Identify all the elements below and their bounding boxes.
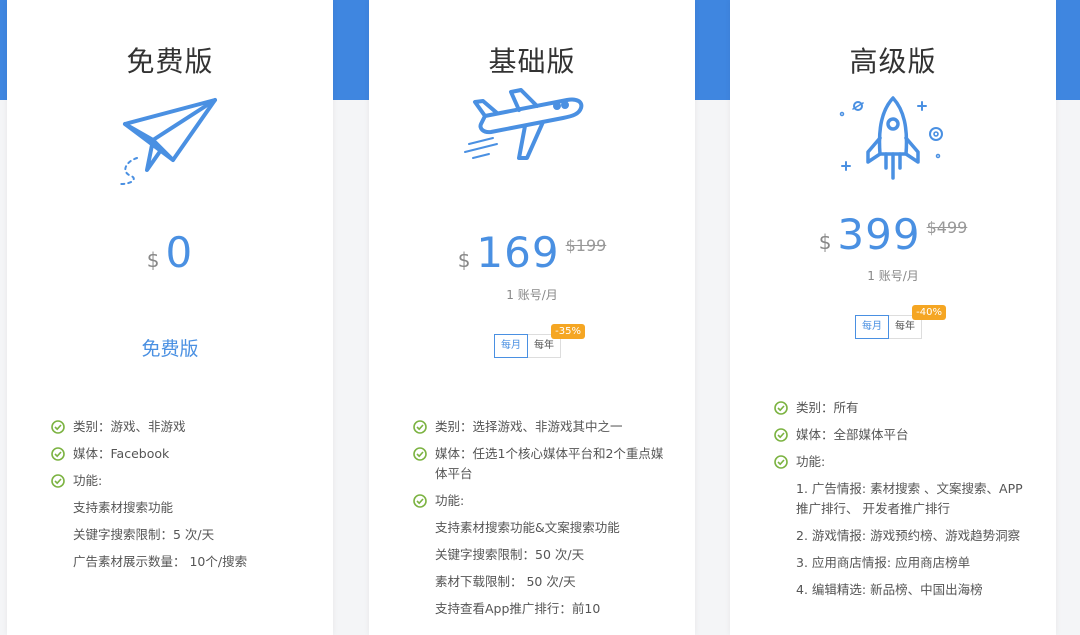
feature-item: 类别：游戏、非游戏	[51, 417, 311, 437]
price-row: $0	[7, 228, 333, 277]
price-row: $399 $499	[730, 210, 1056, 259]
toggle-monthly[interactable]: 每月	[494, 334, 528, 358]
billing-period: 1 账号/月	[506, 288, 558, 302]
feature-item: 功能:	[413, 491, 673, 511]
discount-badge: -40%	[912, 305, 946, 320]
plan-card-pro: 高级版 $399 $499 1 账号/月 每月 每年 -40% 类别：所有 媒体…	[730, 0, 1056, 635]
sub-feature-item: 广告素材展示数量： 10个/搜索	[73, 554, 248, 569]
rocket-icon	[838, 94, 950, 190]
check-circle-icon	[51, 447, 65, 461]
plan-card-free: 免费版 $0 免费版 类别：游戏、非游戏 媒体：Facebook 功能: 支持素…	[7, 0, 333, 635]
check-circle-icon	[413, 420, 427, 434]
check-circle-icon	[413, 494, 427, 508]
paper-plane-icon	[111, 96, 221, 192]
feature-list: 类别：游戏、非游戏 媒体：Facebook 功能: 支持素材搜索功能 关键字搜索…	[51, 417, 311, 579]
feature-list: 类别：所有 媒体：全部媒体平台 功能: 1. 广告情报: 素材搜索 、文案搜索、…	[774, 398, 1034, 607]
sub-feature-item: 支持素材搜索功能	[73, 500, 174, 515]
plan-card-basic: 基础版 $169 $199 1 账号/月 每月 每年 -35% 类别：选择游戏、非…	[369, 0, 695, 635]
old-price: $499	[926, 218, 968, 237]
free-plan-link[interactable]: 免费版	[7, 334, 333, 361]
check-circle-icon	[413, 447, 427, 461]
sub-feature-item: 1. 广告情报: 素材搜索 、文案搜索、APP推广排行、 开发者推广排行	[796, 481, 1023, 516]
toggle-monthly[interactable]: 每月	[855, 315, 889, 339]
feature-item: 功能:	[774, 452, 1034, 472]
feature-item: 功能:	[51, 471, 311, 491]
sub-feature-item: 素材下载限制： 50 次/天	[435, 574, 576, 589]
discount-badge: -35%	[551, 324, 585, 339]
currency-symbol: $	[146, 248, 160, 272]
check-circle-icon	[51, 474, 65, 488]
feature-item: 类别：所有	[774, 398, 1034, 418]
billing-toggle: 每月 每年 -35%	[494, 324, 585, 358]
sub-feature-item: 关键字搜索限制：5 次/天	[73, 527, 215, 542]
price-amount: 169	[476, 228, 560, 277]
billing-toggle: 每月 每年 -40%	[855, 305, 946, 339]
feature-list: 类别：选择游戏、非游戏其中之一 媒体：任选1个核心媒体平台和2个重点媒体平台 功…	[413, 417, 673, 626]
check-circle-icon	[51, 420, 65, 434]
sub-feature-item: 关键字搜索限制：50 次/天	[435, 547, 585, 562]
feature-item: 媒体：任选1个核心媒体平台和2个重点媒体平台	[413, 444, 673, 484]
price-amount: 399	[837, 210, 921, 259]
currency-symbol: $	[818, 230, 832, 254]
price-row: $169 $199	[369, 228, 695, 277]
currency-symbol: $	[457, 248, 471, 272]
sub-feature-item: 支持素材搜索功能&文案搜索功能	[435, 520, 620, 535]
check-circle-icon	[774, 455, 788, 469]
feature-item: 媒体：全部媒体平台	[774, 425, 1034, 445]
plan-title: 高级版	[849, 45, 937, 78]
price-amount: 0	[165, 228, 194, 277]
feature-item: 媒体：Facebook	[51, 444, 311, 464]
plan-title: 免费版	[126, 45, 214, 78]
sub-feature-item: 4. 编辑精选: 新品榜、中国出海榜	[796, 582, 983, 597]
billing-period: 1 账号/月	[867, 269, 919, 283]
old-price: $199	[565, 236, 607, 255]
sub-feature-item: 支持查看App推广排行：前10	[435, 601, 601, 616]
sub-feature-item: 2. 游戏情报: 游戏预约榜、游戏趋势洞察	[796, 528, 1021, 543]
plan-title: 基础版	[488, 45, 576, 78]
sub-feature-item: 3. 应用商店情报: 应用商店榜单	[796, 555, 971, 570]
feature-item: 类别：选择游戏、非游戏其中之一	[413, 417, 673, 437]
check-circle-icon	[774, 401, 788, 415]
airplane-icon	[463, 86, 589, 172]
check-circle-icon	[774, 428, 788, 442]
